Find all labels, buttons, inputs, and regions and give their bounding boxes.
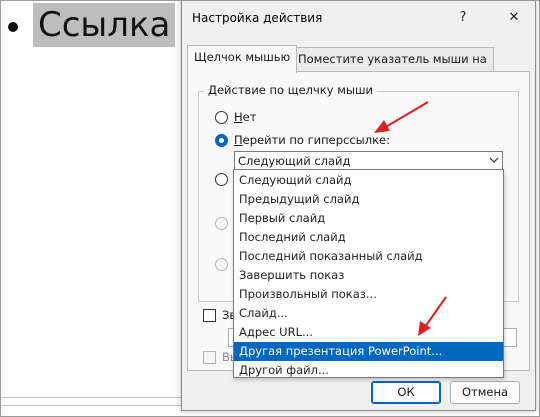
- list-item[interactable]: Последний слайд: [234, 228, 503, 247]
- radio-run-macro: [215, 217, 228, 230]
- bullet-point: [8, 22, 18, 32]
- combo-value: Следующий слайд: [238, 154, 351, 168]
- cancel-button[interactable]: Отмена: [450, 381, 520, 404]
- label-none: Нет: [234, 110, 257, 124]
- radio-object-action: [215, 258, 228, 271]
- hyperlink-target-combo[interactable]: Следующий слайд: [234, 151, 503, 170]
- list-item[interactable]: Последний показанный слайд: [234, 247, 503, 266]
- radio-none[interactable]: [215, 111, 228, 124]
- dialog-title: Настройка действия: [192, 11, 323, 25]
- annotation-arrow-icon: [418, 296, 447, 336]
- list-item[interactable]: Адрес URL...: [234, 323, 503, 342]
- hyperlink-target-list: Следующий слайд Предыдущий слайд Первый …: [233, 169, 504, 378]
- slide-divider: [0, 405, 181, 406]
- list-item-selected[interactable]: Другая презентация PowerPoint...: [234, 342, 503, 361]
- label-hyperlink: Перейти по гиперссылке:: [234, 133, 390, 147]
- list-item[interactable]: Следующий слайд: [234, 171, 503, 190]
- radio-run-program[interactable]: [215, 173, 228, 186]
- group-label: Действие по щелчку мыши: [204, 83, 377, 97]
- chevron-down-icon: [489, 157, 499, 163]
- list-item[interactable]: Предыдущий слайд: [234, 190, 503, 209]
- highlight-click-checkbox: [203, 351, 216, 364]
- list-item[interactable]: Произвольный показ...: [234, 285, 503, 304]
- annotation-arrow-icon: [374, 101, 429, 133]
- ok-button[interactable]: ОК: [371, 381, 441, 404]
- slide-divider: [0, 397, 181, 398]
- list-item[interactable]: Первый слайд: [234, 209, 503, 228]
- list-item[interactable]: Другой файл...: [234, 361, 503, 380]
- play-sound-checkbox[interactable]: [203, 309, 216, 322]
- tab-mouse-click[interactable]: Щелчок мышью: [187, 45, 298, 73]
- list-item[interactable]: Завершить показ: [234, 266, 503, 285]
- help-button[interactable]: ?: [452, 7, 474, 29]
- tab-mouse-over[interactable]: Поместите указатель мыши на: [291, 47, 494, 72]
- hyperlink-text: Ссылка: [33, 3, 176, 47]
- close-button[interactable]: ✕: [503, 7, 525, 29]
- list-item[interactable]: Слайд...: [234, 304, 503, 323]
- radio-hyperlink[interactable]: [215, 134, 228, 147]
